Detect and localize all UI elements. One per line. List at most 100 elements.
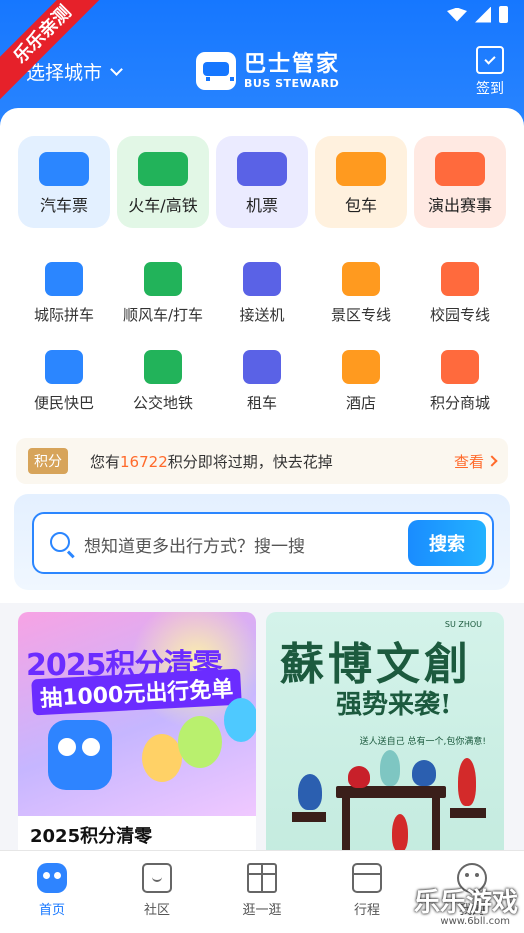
wifi-icon — [447, 7, 467, 22]
service-item[interactable]: 酒店 — [313, 350, 409, 413]
service-item[interactable]: 租车 — [214, 350, 310, 413]
service-label: 城际拼车 — [33, 306, 94, 324]
music-icon — [435, 152, 485, 186]
service-label: 顺风车/打车 — [122, 306, 204, 324]
metro-icon — [144, 350, 182, 384]
service-item[interactable]: 校园专线 — [412, 262, 508, 325]
service-item[interactable]: 便民快巴 — [16, 350, 112, 413]
rental-car-icon — [243, 350, 281, 384]
balloon-icon — [142, 734, 182, 782]
service-item[interactable]: 公交地铁 — [115, 350, 211, 413]
campus-bus-icon — [441, 262, 479, 296]
vase-image — [412, 760, 436, 786]
gift-icon — [247, 863, 277, 893]
bus-icon — [39, 152, 89, 186]
city-label: 选择城市 — [26, 62, 103, 84]
taxi-icon — [144, 262, 182, 296]
service-label: 酒店 — [345, 394, 376, 412]
service-label: 便民快巴 — [33, 394, 94, 412]
nav-explore[interactable]: 逛一逛 — [222, 863, 302, 918]
search-icon — [50, 532, 70, 552]
promo-banner-image: 2025积分清零 抽1000元出行免单 — [18, 612, 256, 816]
plane-icon — [237, 152, 287, 186]
points-tag: 积分 — [28, 448, 68, 474]
mascot-icon — [48, 720, 112, 790]
checkin-button[interactable]: 签到 — [476, 46, 504, 98]
promo-subheadline: 强势来袭! — [336, 690, 452, 720]
promo-card-museum[interactable]: SU ZHOU 蘇博文創 强势来袭! 送人送自己 总有一个,包你满意! — [266, 612, 504, 862]
service-item[interactable]: 接送机 — [214, 262, 310, 325]
vase-image — [380, 750, 400, 786]
vase-image — [298, 774, 322, 810]
category-tile[interactable]: 包车 — [315, 136, 407, 228]
category-tile[interactable]: 机票 — [216, 136, 308, 228]
city-selector[interactable]: 选择城市 — [26, 58, 123, 85]
trip-calendar-icon — [352, 863, 382, 893]
brand-logo: 巴士管家 BUS STEWARD — [196, 52, 340, 90]
service-item[interactable]: 景区专线 — [313, 262, 409, 325]
service-label: 校园专线 — [429, 306, 490, 324]
promo-card-points[interactable]: 2025积分清零 抽1000元出行免单 2025积分清零 — [18, 612, 256, 862]
category-label: 包车 — [344, 196, 377, 215]
watermark-url: www.6bll.com — [440, 916, 510, 927]
chevron-down-icon — [110, 63, 123, 76]
search-button[interactable]: 搜索 — [408, 520, 486, 566]
bus-logo-icon — [196, 52, 236, 90]
service-item[interactable]: 城际拼车 — [16, 262, 112, 325]
view-points-link[interactable]: 查看 — [454, 451, 498, 472]
nav-community[interactable]: 社区 — [117, 863, 197, 918]
vase-image — [348, 766, 370, 788]
category-tile[interactable]: 汽车票 — [18, 136, 110, 228]
checkin-label: 签到 — [476, 81, 504, 97]
calendar-check-icon — [476, 46, 504, 74]
stand-image — [292, 812, 326, 822]
chevron-right-icon — [486, 455, 498, 467]
service-label: 积分商城 — [429, 394, 490, 412]
signal-icon — [475, 6, 491, 23]
stand-image — [450, 808, 486, 818]
service-label: 公交地铁 — [132, 394, 193, 412]
category-tile[interactable]: 演出赛事 — [414, 136, 506, 228]
vase-image — [458, 758, 476, 806]
hotel-icon — [342, 350, 380, 384]
watermark-brand: 乐乐游戏 — [413, 888, 518, 918]
service-item[interactable]: 顺风车/打车 — [115, 262, 211, 325]
community-icon — [142, 863, 172, 893]
points-mall-icon — [441, 350, 479, 384]
category-label: 汽车票 — [39, 196, 88, 215]
balloon-icon — [178, 716, 222, 768]
status-bar — [447, 6, 508, 23]
promo-side-text: 送人送自己 总有一个,包你满意! — [359, 737, 486, 747]
service-label: 接送机 — [239, 306, 285, 324]
airport-shuttle-icon — [243, 262, 281, 296]
search-input[interactable]: 想知道更多出行方式？搜一搜 — [84, 532, 305, 557]
search-box[interactable]: 想知道更多出行方式？搜一搜 搜索 — [32, 512, 494, 574]
balloon-icon — [224, 698, 256, 742]
service-item[interactable]: 积分商城 — [412, 350, 508, 413]
scenic-gate-icon — [342, 262, 380, 296]
category-label: 演出赛事 — [427, 196, 492, 215]
carpool-icon — [45, 262, 83, 296]
promo-caption: 2025积分清零 — [30, 826, 153, 847]
vase-image — [392, 814, 408, 852]
express-bus-icon — [45, 350, 83, 384]
category-label: 火车/高铁 — [128, 196, 198, 215]
points-amount: 16722 — [120, 452, 168, 471]
nav-trips[interactable]: 行程 — [327, 863, 407, 918]
home-mascot-icon — [37, 863, 67, 893]
category-label: 机票 — [245, 196, 278, 215]
category-tile[interactable]: 火车/高铁 — [117, 136, 209, 228]
service-label: 景区专线 — [330, 306, 391, 324]
table-image — [336, 786, 446, 858]
service-label: 租车 — [246, 394, 277, 412]
charter-bus-icon — [336, 152, 386, 186]
points-message: 您有16722积分即将过期，快去花掉 — [90, 452, 333, 471]
promo-headline: 蘇博文創 — [280, 639, 472, 690]
brand-name-en: BUS STEWARD — [244, 76, 340, 90]
points-expiry-banner[interactable]: 积分 您有16722积分即将过期，快去花掉 查看 — [16, 438, 508, 484]
battery-icon — [499, 6, 508, 23]
brand-name: 巴士管家 — [244, 51, 341, 77]
train-icon — [138, 152, 188, 186]
nav-home[interactable]: 首页 — [12, 863, 92, 918]
search-section: 想知道更多出行方式？搜一搜 搜索 — [14, 494, 510, 590]
